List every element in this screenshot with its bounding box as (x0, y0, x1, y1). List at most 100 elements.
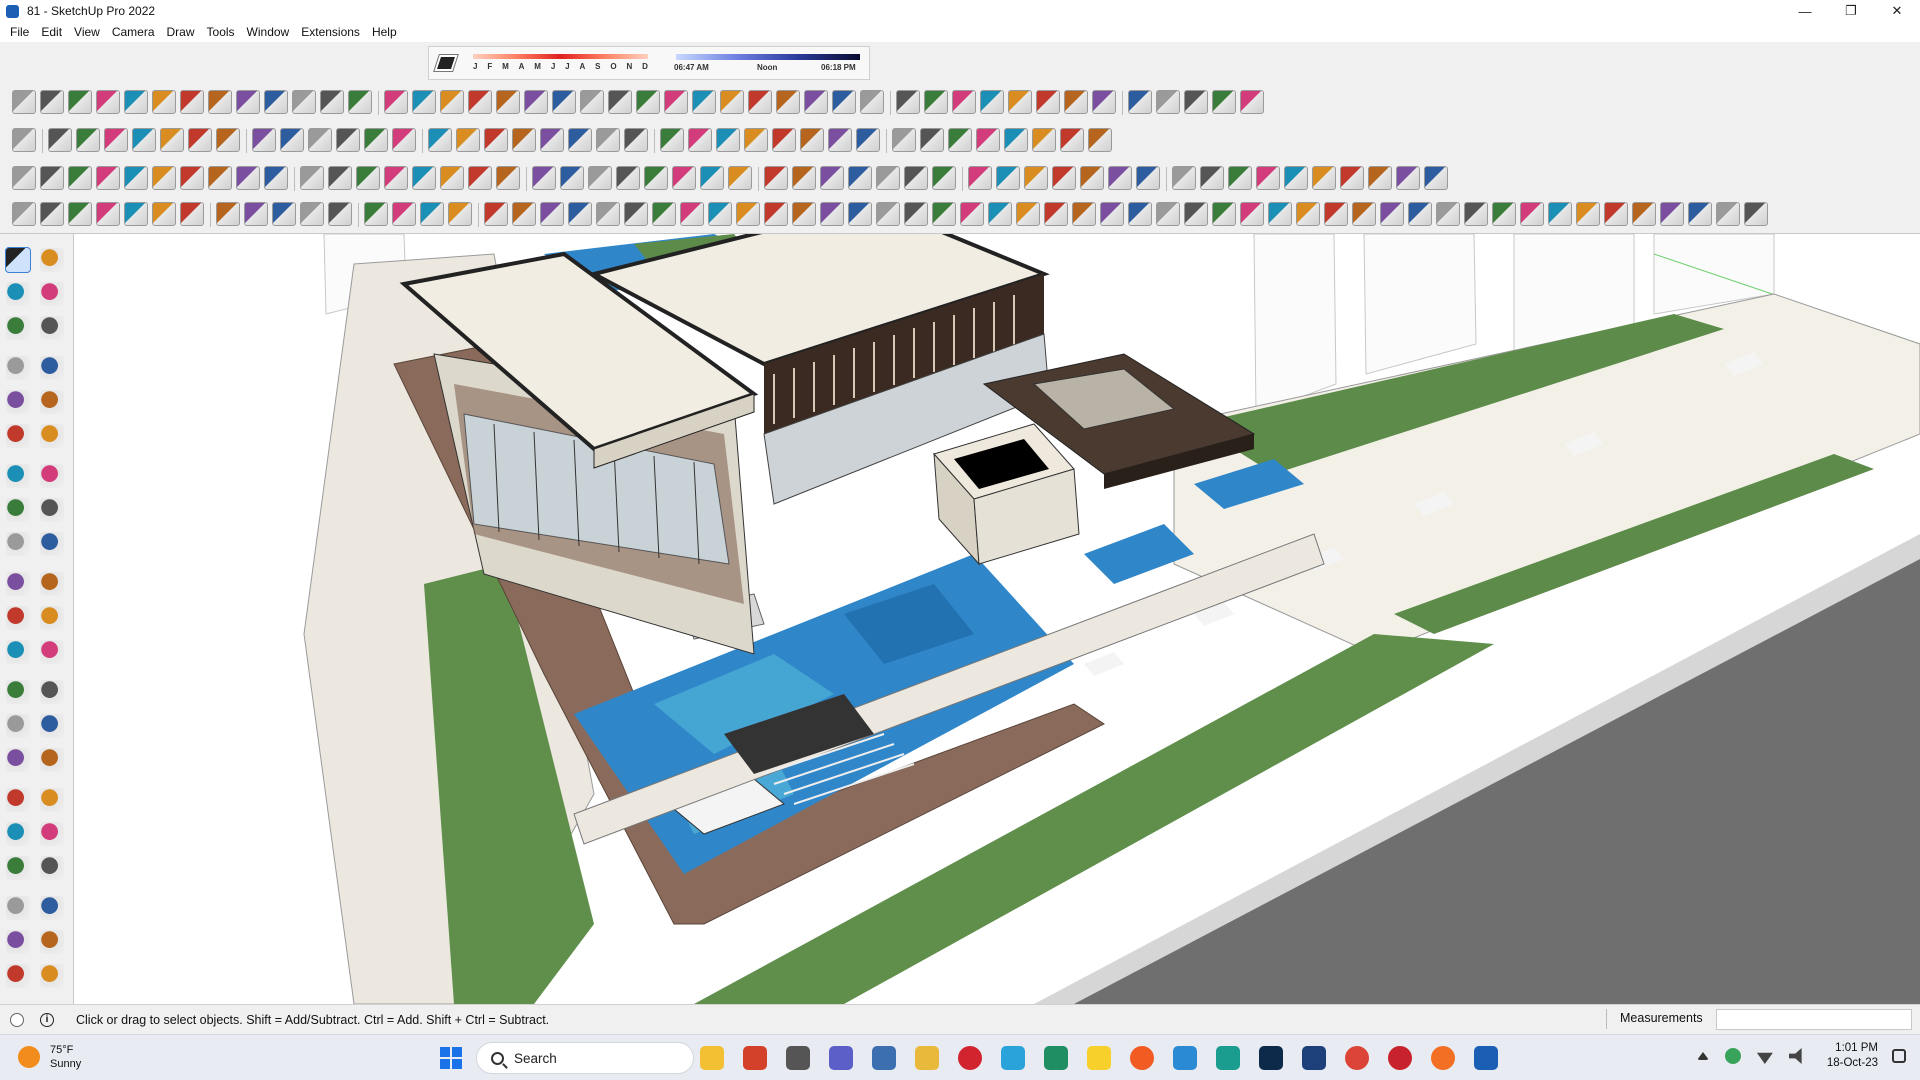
pie-tool-icon[interactable] (6, 498, 30, 522)
paint-bucket-tool-icon[interactable] (6, 282, 30, 306)
extension-tool-tool-icon[interactable] (328, 202, 352, 226)
modify-tool-tool-icon[interactable] (792, 166, 816, 190)
extension-tool-curve-icon[interactable] (512, 202, 536, 226)
extension-tool-shape-icon[interactable] (68, 202, 92, 226)
draw-tool-shape-icon[interactable] (1212, 90, 1236, 114)
calculator-icon[interactable] (872, 1046, 896, 1070)
extension-tool-arc-icon[interactable] (1044, 202, 1068, 226)
edit-tool-arc-icon[interactable] (252, 128, 276, 152)
modify-tool-tool-icon[interactable] (904, 166, 928, 190)
edit-tool-tool-icon[interactable] (456, 128, 480, 152)
draw-tool-curve-icon[interactable] (832, 90, 856, 114)
menu-view[interactable]: View (68, 25, 106, 39)
look-around-tool-icon[interactable] (40, 856, 64, 880)
extension-tool-curve-icon[interactable] (392, 202, 416, 226)
draw-tool-arc-icon[interactable] (580, 90, 604, 114)
extension-tool-tool-icon[interactable] (1240, 202, 1264, 226)
draw-tool-curve-icon[interactable] (384, 90, 408, 114)
edit-tool-tool-icon[interactable] (1032, 128, 1056, 152)
pinterest-icon[interactable] (1388, 1046, 1412, 1070)
modify-tool-tool-icon[interactable] (1024, 166, 1048, 190)
opera-icon[interactable] (958, 1046, 982, 1070)
menu-camera[interactable]: Camera (106, 25, 161, 39)
modify-tool-tool-icon[interactable] (1136, 166, 1160, 190)
extension-tool-curve-icon[interactable] (1072, 202, 1096, 226)
extension-tool-curve-icon[interactable] (272, 202, 296, 226)
modify-tool-shape-icon[interactable] (996, 166, 1020, 190)
extension-tool-tool-icon[interactable] (1128, 202, 1152, 226)
draw-tool-tool-icon[interactable] (776, 90, 800, 114)
maximize-button[interactable]: ❐ (1828, 0, 1874, 22)
time-slider[interactable] (676, 54, 860, 60)
extension-tool-arc-icon[interactable] (244, 202, 268, 226)
edit-tool-tool-icon[interactable] (688, 128, 712, 152)
extension-tool-tool-icon[interactable] (1576, 202, 1600, 226)
edit-tool-curve-icon[interactable] (856, 128, 880, 152)
edit-tool-shape-icon[interactable] (660, 128, 684, 152)
draw-tool-curve-icon[interactable] (1064, 90, 1088, 114)
telegram-icon[interactable] (1001, 1046, 1025, 1070)
draw-tool-arc-icon[interactable] (12, 90, 36, 114)
edit-tool-arc-icon[interactable] (596, 128, 620, 152)
draw-tool-tool-icon[interactable] (552, 90, 576, 114)
text-tool-icon[interactable] (40, 680, 64, 704)
extension-tool-curve-icon[interactable] (736, 202, 760, 226)
modify-tool-curve-icon[interactable] (968, 166, 992, 190)
draw-tool-shape-icon[interactable] (524, 90, 548, 114)
line-tool-icon[interactable] (6, 356, 30, 380)
sandbox-4-tool-icon[interactable] (40, 964, 64, 988)
modify-tool-shape-icon[interactable] (876, 166, 900, 190)
two-point-arc-tool-icon[interactable] (40, 464, 64, 488)
3d-text-tool-icon[interactable] (40, 714, 64, 738)
extension-tool-shape-icon[interactable] (988, 202, 1012, 226)
edit-tool-shape-icon[interactable] (308, 128, 332, 152)
edit-tool-shape-icon[interactable] (1004, 128, 1028, 152)
modify-tool-curve-icon[interactable] (616, 166, 640, 190)
modify-tool-shape-icon[interactable] (764, 166, 788, 190)
extension-tool-arc-icon[interactable] (1716, 202, 1740, 226)
extension-tool-tool-icon[interactable] (1016, 202, 1040, 226)
extension-tool-shape-icon[interactable] (876, 202, 900, 226)
weather-widget[interactable]: 75°F Sunny (18, 1043, 81, 1071)
modify-tool-curve-icon[interactable] (384, 166, 408, 190)
draw-tool-curve-icon[interactable] (264, 90, 288, 114)
extension-tool-arc-icon[interactable] (1380, 202, 1404, 226)
section-tool-icon[interactable] (6, 316, 30, 340)
modify-tool-curve-icon[interactable] (728, 166, 752, 190)
modify-tool-tool-icon[interactable] (1256, 166, 1280, 190)
menu-file[interactable]: File (4, 25, 35, 39)
extension-tool-arc-icon[interactable] (1268, 202, 1292, 226)
modify-tool-arc-icon[interactable] (124, 166, 148, 190)
extension-tool-curve-icon[interactable] (1296, 202, 1320, 226)
month-slider[interactable] (473, 54, 648, 59)
extension-tool-tool-icon[interactable] (1688, 202, 1712, 226)
modify-tool-arc-icon[interactable] (468, 166, 492, 190)
extension-tool-tool-icon[interactable] (904, 202, 928, 226)
vectorworks-icon[interactable] (1302, 1046, 1326, 1070)
photoshop-icon[interactable] (1259, 1046, 1283, 1070)
extension-tool-shape-icon[interactable] (1548, 202, 1572, 226)
edit-tool-tool-icon[interactable] (800, 128, 824, 152)
extension-tool-shape-icon[interactable] (300, 202, 324, 226)
draw-tool-shape-icon[interactable] (636, 90, 660, 114)
modify-tool-curve-icon[interactable] (848, 166, 872, 190)
modify-tool-shape-icon[interactable] (300, 166, 324, 190)
modify-tool-arc-icon[interactable] (1396, 166, 1420, 190)
tape-measure-tool-icon[interactable] (6, 640, 30, 664)
edit-tool-curve-icon[interactable] (280, 128, 304, 152)
menu-help[interactable]: Help (366, 25, 403, 39)
modify-tool-arc-icon[interactable] (1052, 166, 1076, 190)
soundcloud-icon[interactable] (1431, 1046, 1455, 1070)
sandbox-1-tool-icon[interactable] (6, 930, 30, 954)
edit-tool-tool-icon[interactable] (104, 128, 128, 152)
extension-tool-shape-icon[interactable] (1660, 202, 1684, 226)
edit-tool-shape-icon[interactable] (772, 128, 796, 152)
geo-location-icon[interactable] (10, 1012, 24, 1027)
draw-tool-tool-icon[interactable] (320, 90, 344, 114)
windows-start-button[interactable] (440, 1047, 462, 1069)
extension-tool-arc-icon[interactable] (1604, 202, 1628, 226)
draw-tool-shape-icon[interactable] (180, 90, 204, 114)
pan-tool-icon[interactable] (40, 748, 64, 772)
shadow-toggle-icon[interactable] (433, 54, 459, 72)
modify-tool-shape-icon[interactable] (532, 166, 556, 190)
